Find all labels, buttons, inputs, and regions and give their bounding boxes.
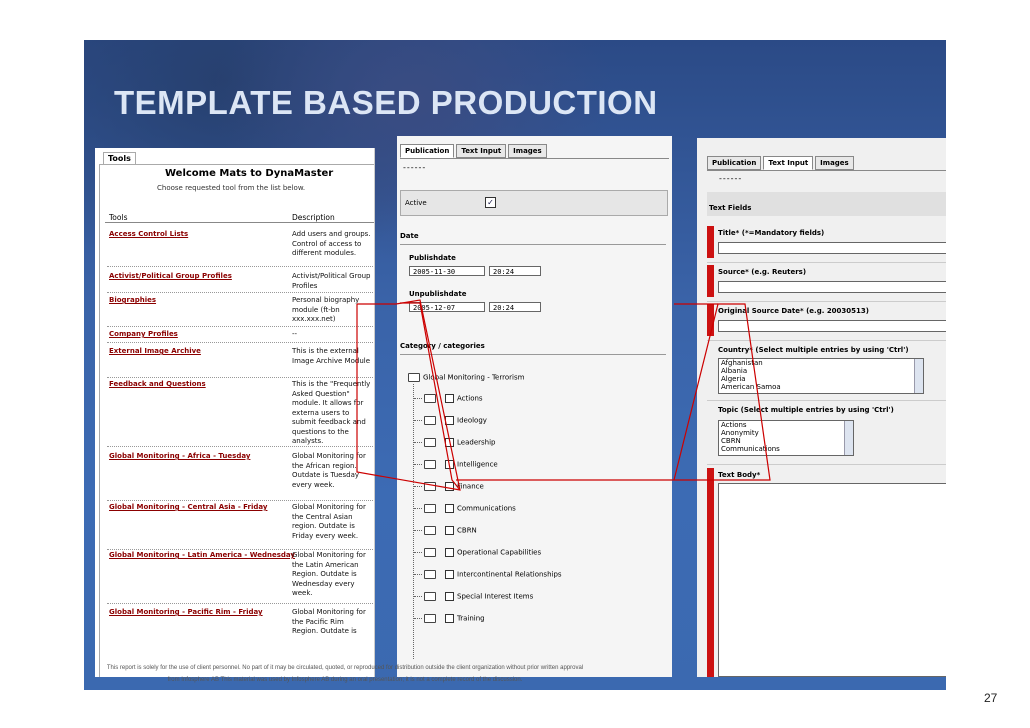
connector-line-dates <box>400 302 461 491</box>
connector-line-title <box>456 303 771 481</box>
connector-line-biographies <box>356 299 461 491</box>
connector-lines <box>356 299 771 491</box>
